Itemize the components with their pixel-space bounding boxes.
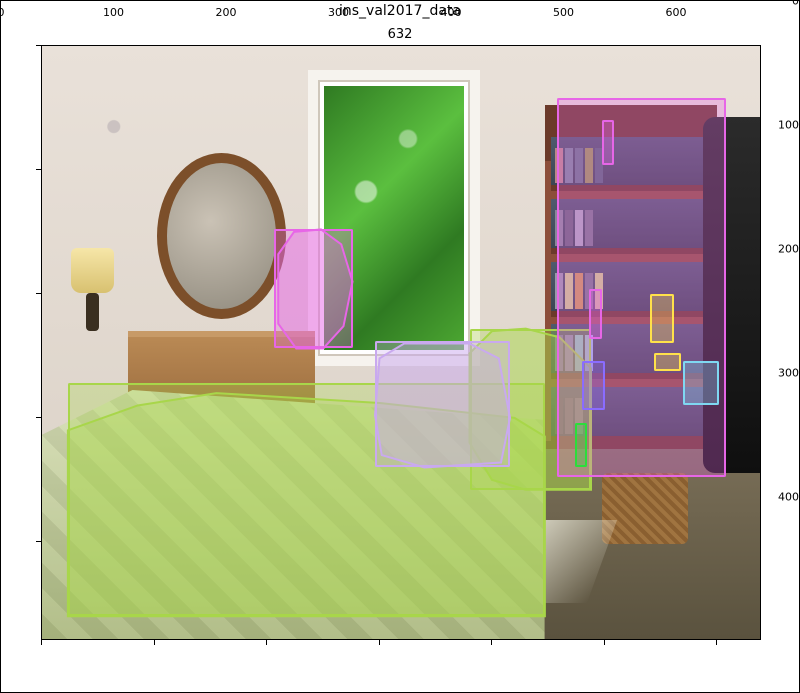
x-tick-label: 600 bbox=[666, 6, 687, 19]
y-tick-mark bbox=[36, 45, 41, 46]
x-tick-label: 300 bbox=[328, 6, 349, 19]
y-tick-label: 300 bbox=[769, 366, 799, 379]
bookshelf bbox=[545, 105, 717, 496]
table-lamp bbox=[71, 248, 114, 331]
axes-image-area bbox=[41, 45, 761, 640]
x-tick-label: 500 bbox=[553, 6, 574, 19]
wicker-basket bbox=[602, 473, 688, 544]
x-tick-mark bbox=[491, 640, 492, 645]
hanging-coat bbox=[703, 117, 760, 473]
x-tick-mark bbox=[154, 640, 155, 645]
y-tick-label: 0 bbox=[769, 0, 799, 8]
window bbox=[308, 70, 480, 367]
y-tick-mark bbox=[36, 169, 41, 170]
window-glass bbox=[324, 86, 464, 351]
x-tick-label: 0 bbox=[0, 6, 5, 19]
x-tick-label: 400 bbox=[441, 6, 462, 19]
y-tick-mark bbox=[36, 417, 41, 418]
x-tick-mark bbox=[266, 640, 267, 645]
x-tick-mark bbox=[604, 640, 605, 645]
y-tick-label: 200 bbox=[769, 242, 799, 255]
x-tick-mark bbox=[716, 640, 717, 645]
x-tick-label: 100 bbox=[103, 6, 124, 19]
y-tick-mark bbox=[36, 293, 41, 294]
bedroom-photo bbox=[42, 46, 760, 639]
axes-title: 632 bbox=[1, 27, 799, 42]
x-tick-mark bbox=[379, 640, 380, 645]
y-tick-label: 100 bbox=[769, 118, 799, 131]
figure-frame: ins_val2017_data 632 0100200300400500600 bbox=[0, 0, 800, 693]
bed-comforter bbox=[42, 390, 545, 639]
y-tick-mark bbox=[36, 541, 41, 542]
y-tick-label: 400 bbox=[769, 490, 799, 503]
oval-mirror bbox=[157, 153, 286, 319]
x-tick-label: 200 bbox=[216, 6, 237, 19]
y-axis-ticks: 0100200300400 bbox=[1, 21, 33, 616]
x-tick-mark bbox=[41, 640, 42, 645]
